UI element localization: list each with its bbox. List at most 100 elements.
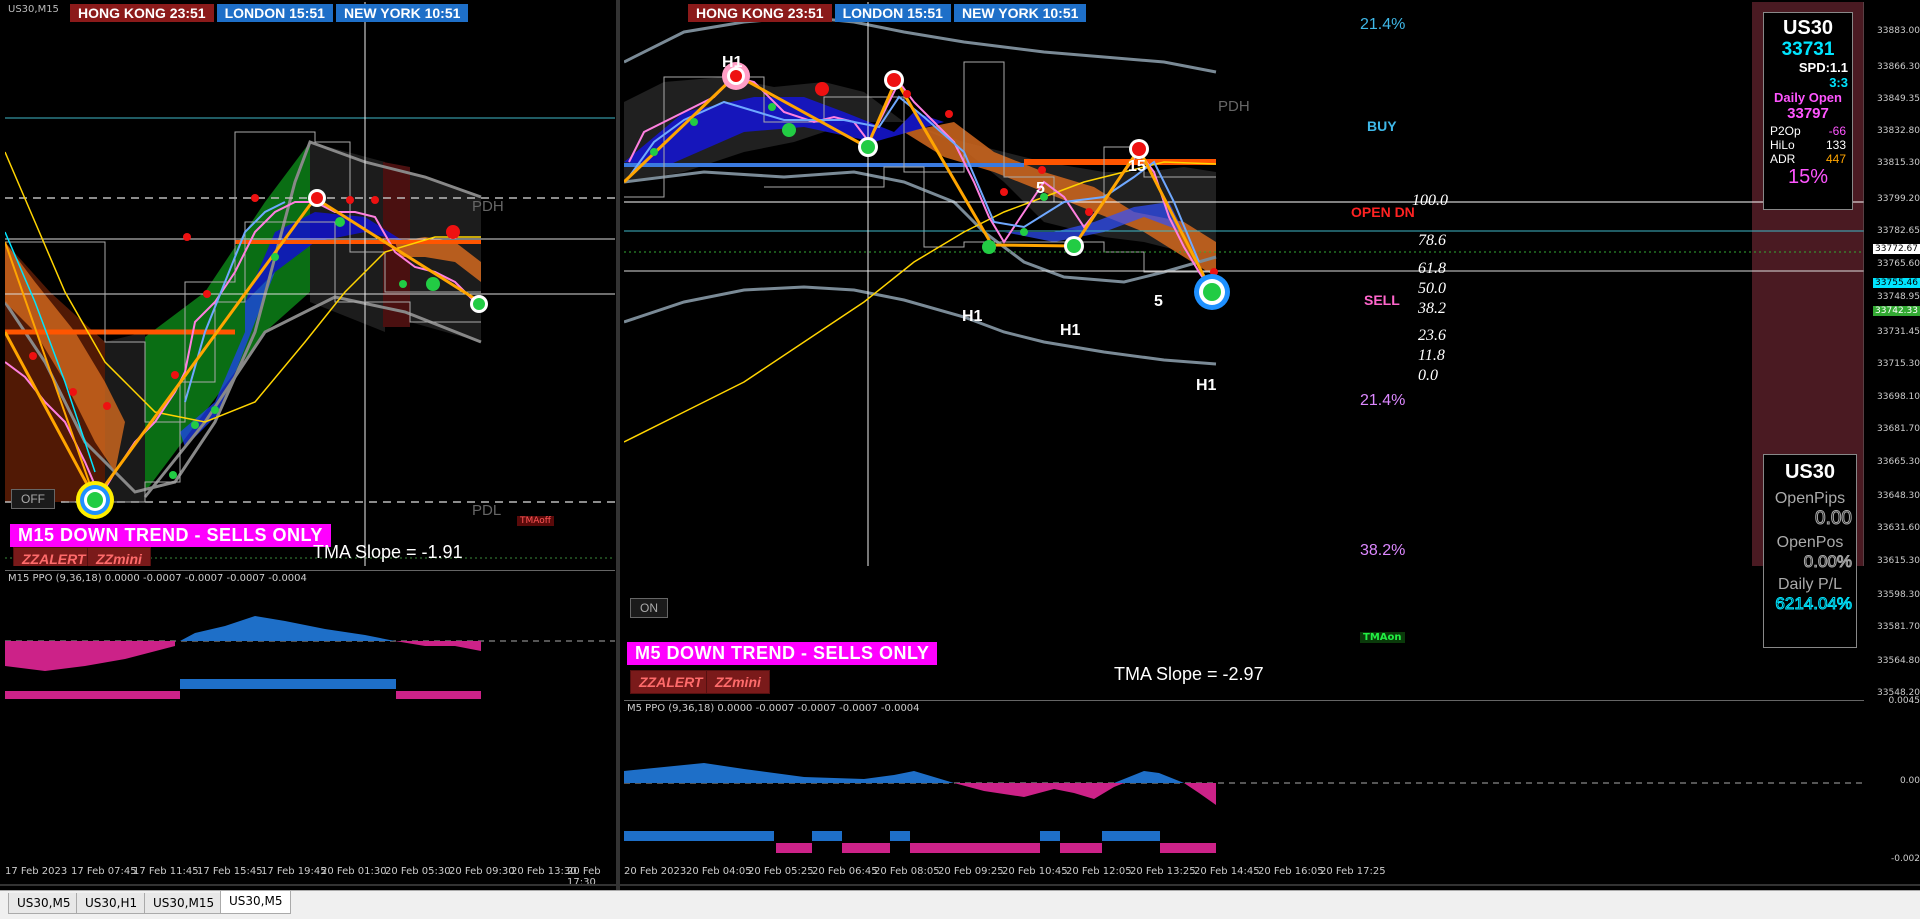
fib-pct-mid: 21.4% [1360, 392, 1405, 410]
right-trend-banner-visible: M5 DOWN TREND - SELLS ONLY [627, 642, 937, 665]
left-time-4: 17 Feb 19:45 [261, 866, 327, 877]
tab-us30-m5-a[interactable]: US30,M5 [8, 893, 79, 914]
right-tmaon-visible: TMAon [1360, 632, 1405, 643]
info-top-p2op: -66 [1829, 124, 1846, 138]
price-tick-12: 33731.45 [1877, 327, 1920, 337]
left-time-1: 17 Feb 07:45 [71, 866, 137, 877]
info-bottom-openpos: 0.00% [1764, 552, 1856, 572]
swing-label-h1-top: H1 [722, 54, 742, 72]
price-tick-0: 33883.00 [1877, 26, 1920, 36]
buy-label: BUY [1367, 118, 1397, 134]
left-chart-panel[interactable]: US30,M15 HONG KONG 23:51 LONDON 15:51 NE… [5, 2, 615, 566]
right-time-5: 20 Feb 09:25 [938, 866, 1004, 877]
right-pdh-label: PDH [1218, 98, 1250, 115]
price-tick-1: 33866.30 [1877, 62, 1920, 72]
price-tick-4: 33815.30 [1877, 158, 1920, 168]
right-tma-slope-visible: TMA Slope = -2.97 [1114, 664, 1264, 685]
right-time-9: 20 Feb 14:45 [1194, 866, 1260, 877]
left-clock-london: LONDON 15:51 [217, 4, 333, 22]
tab-us30-m15[interactable]: US30,M15 [144, 893, 223, 914]
right-ppo-label: M5 PPO (9,36,18) 0.0000 -0.0007 -0.0007 … [627, 703, 920, 714]
right-on-button-visible[interactable]: ON [630, 598, 668, 618]
left-clock-newyork: NEW YORK 10:51 [336, 4, 468, 22]
right-session-clocks: HONG KONG 23:51 LONDON 15:51 NEW YORK 10… [688, 4, 1086, 22]
price-tick-16: 33665.30 [1877, 457, 1920, 467]
right-time-10: 20 Feb 16:05 [1258, 866, 1324, 877]
info-bottom-openpos-label: OpenPos [1764, 534, 1856, 552]
right-ppo-axis: 0.0045 0.00 -0.002 [1866, 700, 1920, 862]
swing-label-h1-low3: H1 [1196, 377, 1216, 395]
price-tick-3: 33832.80 [1877, 126, 1920, 136]
tab-us30-m5-active[interactable]: US30,M5 [220, 891, 291, 914]
right-time-1: 20 Feb 04:05 [686, 866, 752, 877]
right-time-2: 20 Feb 05:25 [748, 866, 814, 877]
ppo-tick-2: -0.002 [1891, 854, 1920, 864]
left-time-0: 17 Feb 2023 [5, 866, 67, 877]
info-box-top: US30 33731 SPD:1.1 3:3 Daily Open 33797 … [1763, 12, 1853, 210]
info-box-bottom: US30 OpenPips 0.00 OpenPos 0.00% Daily P… [1763, 454, 1857, 648]
right-ppo-histogram [624, 701, 1864, 863]
left-trend-banner: M15 DOWN TREND - SELLS ONLY [10, 524, 331, 547]
swing-label-5b: 5 [1154, 293, 1163, 311]
right-time-3: 20 Feb 06:45 [812, 866, 878, 877]
price-tick-10: 33748.95 [1877, 292, 1920, 302]
right-clock-newyork: NEW YORK 10:51 [954, 4, 1086, 22]
chart-tab-bar: US30,M5 US30,H1 US30,M15 US30,M5 [0, 890, 1920, 919]
left-tma-slope: TMA Slope = -1.91 [313, 542, 463, 563]
right-chart-panel[interactable]: HONG KONG 23:51 LONDON 15:51 NEW YORK 10… [624, 2, 1864, 566]
right-zzalert-button-visible[interactable]: ZZALERT [630, 670, 712, 694]
fib-level-38: 38.2 [1418, 300, 1446, 318]
ppo-tick-0: 0.0045 [1889, 696, 1920, 706]
tab-us30-h1[interactable]: US30,H1 [76, 893, 146, 914]
price-tick-18: 33631.60 [1877, 523, 1920, 533]
left-session-clocks: HONG KONG 23:51 LONDON 15:51 NEW YORK 10… [70, 4, 468, 22]
right-price-axis: 33883.00 33866.30 33849.35 33832.80 3381… [1866, 0, 1920, 700]
price-tick-5: 33799.20 [1877, 194, 1920, 204]
fib-level-61: 61.8 [1418, 260, 1446, 278]
swing-label-h1-low1: H1 [962, 308, 982, 326]
left-price-chart [5, 2, 615, 566]
right-clock-hongkong: HONG KONG 23:51 [688, 4, 832, 22]
fib-pct-low: 38.2% [1360, 542, 1405, 560]
swing-label-h1-low2: H1 [1060, 322, 1080, 340]
info-bottom-symbol: US30 [1764, 461, 1856, 484]
right-clock-london: LONDON 15:51 [835, 4, 951, 22]
right-ppo-panel[interactable]: M5 PPO (9,36,18) 0.0000 -0.0007 -0.0007 … [624, 700, 1864, 863]
right-zzmini-button-visible[interactable]: ZZmini [706, 670, 770, 694]
left-tmaoff-label: TMAoff [517, 516, 554, 526]
fib-level-78: 78.6 [1418, 232, 1446, 250]
price-tick-2: 33849.35 [1877, 94, 1920, 104]
left-zzalert-button[interactable]: ZZALERT [13, 547, 95, 566]
info-top-adr: 447 [1826, 152, 1846, 166]
price-tick-17: 33648.30 [1877, 491, 1920, 501]
left-time-2: 17 Feb 11:45 [133, 866, 199, 877]
ppo-tick-1: 0.00 [1900, 776, 1920, 786]
left-ppo-histogram [5, 571, 615, 699]
sell-label: SELL [1364, 292, 1400, 308]
left-time-6: 20 Feb 05:30 [385, 866, 451, 877]
right-time-8: 20 Feb 13:25 [1130, 866, 1196, 877]
right-time-11: 20 Feb 17:25 [1320, 866, 1386, 877]
price-tick-7: 33772.67 [1873, 244, 1920, 254]
info-bottom-dailypl: 6214.04% [1764, 594, 1856, 614]
left-ppo-label: M15 PPO (9,36,18) 0.0000 -0.0007 -0.0007… [8, 573, 307, 584]
left-time-5: 20 Feb 01:30 [321, 866, 387, 877]
left-time-7: 20 Feb 09:30 [449, 866, 515, 877]
info-top-hilo-label: HiLo [1770, 138, 1795, 152]
price-tick-21: 33581.70 [1877, 622, 1920, 632]
left-zzmini-button[interactable]: ZZmini [87, 547, 151, 566]
left-ppo-panel[interactable]: M15 PPO (9,36,18) 0.0000 -0.0007 -0.0007… [5, 570, 615, 699]
price-tick-9: 33755.46 [1873, 278, 1920, 288]
info-bottom-openpips: 0.00 [1764, 508, 1856, 530]
fib-level-23: 23.6 [1418, 327, 1446, 345]
price-tick-19: 33615.30 [1877, 556, 1920, 566]
price-tick-8: 33765.60 [1877, 259, 1920, 269]
left-pdl-label: PDL [472, 502, 501, 519]
left-off-button[interactable]: OFF [11, 489, 55, 509]
fib-pct-top: 21.4% [1360, 16, 1405, 34]
price-tick-14: 33698.10 [1877, 392, 1920, 402]
right-time-0: 20 Feb 2023 [624, 866, 686, 877]
right-time-4: 20 Feb 08:05 [874, 866, 940, 877]
swing-label-5a: 5 [1036, 180, 1045, 198]
info-bottom-openpips-label: OpenPips [1764, 490, 1856, 508]
